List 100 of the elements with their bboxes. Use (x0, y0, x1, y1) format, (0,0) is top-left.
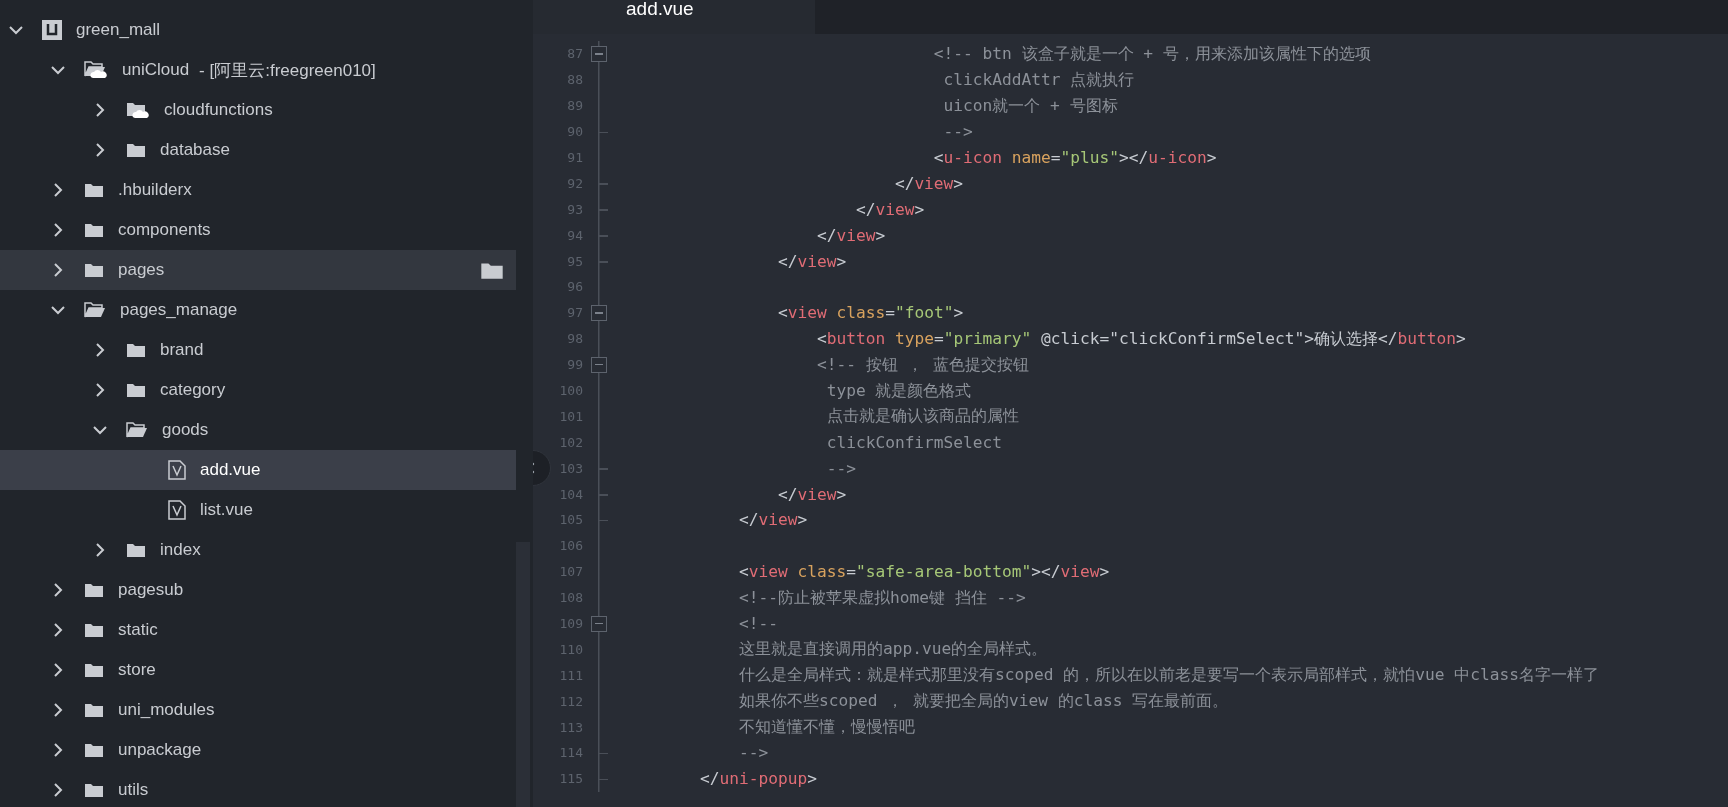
tree-item[interactable]: uni_modules (0, 690, 516, 730)
tree-item[interactable]: brand (0, 330, 516, 370)
folder-icon (84, 622, 104, 638)
tree-item[interactable]: store (0, 650, 516, 690)
code-line: 不知道懂不懂，慢慢悟吧 (737, 716, 915, 739)
code-line: </view> (854, 199, 925, 219)
code-line: </view> (815, 225, 886, 245)
tree-item[interactable]: .hbuilderx (0, 170, 516, 210)
cloud-folder-icon (84, 61, 108, 79)
code-line: clickAddAttr 点就执行 (942, 68, 1135, 91)
line-number: 93 (566, 201, 583, 217)
code-line: <!-- btn 该盒子就是一个 + 号，用来添加该属性下的选项 (932, 42, 1371, 65)
line-number: 90 (566, 124, 583, 140)
folder-icon (84, 782, 104, 798)
folder-icon (126, 542, 146, 558)
code-line: --> (942, 122, 973, 142)
fold-icon[interactable] (590, 304, 607, 321)
folder-icon (84, 262, 104, 278)
folder-icon (126, 342, 146, 358)
folder-icon (84, 702, 104, 718)
folder-icon (84, 182, 104, 198)
folder-icon (126, 142, 146, 158)
line-number: 113 (558, 719, 583, 735)
code-line: uicon就一个 + 号图标 (942, 94, 1118, 117)
line-number: 102 (558, 434, 583, 450)
folder-icon (84, 582, 104, 598)
code-line: <u-icon name="plus"></u-icon> (932, 148, 1217, 167)
fold-icon[interactable] (590, 615, 607, 632)
tree-item[interactable]: category (0, 370, 516, 410)
tree-item[interactable]: green_mall (0, 10, 516, 50)
code-line: <view class="foot"> (776, 303, 964, 323)
tree-item[interactable]: goods (0, 410, 516, 450)
line-number: 91 (566, 150, 583, 165)
fold-icon[interactable] (590, 356, 607, 373)
line-number: 88 (566, 72, 583, 88)
code-line: 如果你不些scoped ， 就要把全局的view 的class 写在最前面。 (737, 690, 1229, 713)
tree-item[interactable]: pagesub (0, 570, 516, 610)
code-line: <!-- (737, 614, 778, 634)
tree-item[interactable]: add.vue (0, 450, 516, 490)
vue-file-icon (168, 500, 186, 520)
code-line: </view> (776, 484, 847, 504)
code-line: <view class="safe-area-bottom"></view> (737, 562, 1110, 582)
project-icon (42, 20, 62, 40)
folder-icon (84, 662, 104, 678)
code-line: --> (737, 743, 769, 763)
line-number: 107 (558, 564, 583, 580)
tree-item[interactable]: unpackage (0, 730, 516, 770)
code-line: <button type="primary" @click="clickConfirmSelect">确认选择</button> (815, 327, 1466, 350)
line-number: 87 (566, 46, 583, 62)
tree-item[interactable]: index (0, 530, 516, 570)
code-line: 点击就是确认该商品的属性 (825, 405, 1019, 428)
tree-item[interactable]: cloudfunctions (0, 90, 516, 130)
tree-item[interactable]: pages (0, 250, 516, 290)
folder-icon (84, 742, 104, 758)
tree-item[interactable]: utils (0, 770, 516, 807)
line-number: 114 (558, 745, 583, 761)
code-line: </uni-popup> (698, 769, 817, 789)
code-line: </view> (776, 251, 847, 271)
line-number: 110 (558, 641, 583, 657)
open-folder-icon (84, 302, 106, 318)
folder-icon[interactable] (480, 260, 504, 280)
line-number: 108 (558, 590, 583, 606)
code-line: </view> (737, 510, 808, 530)
line-number: 100 (558, 383, 583, 398)
open-folder-icon (126, 422, 148, 438)
cloud-folder-icon (126, 101, 150, 119)
line-number: 96 (566, 279, 583, 295)
line-number: 92 (566, 175, 583, 191)
line-number: 97 (566, 305, 583, 321)
tree-item[interactable]: pages_manage (0, 290, 516, 330)
tree-item[interactable]: list.vue (0, 490, 516, 530)
line-number: 109 (558, 616, 583, 632)
code-line: <!-- 按钮 ， 蓝色提交按钮 (815, 353, 1030, 376)
code-line: </view> (893, 173, 964, 193)
line-number: 89 (566, 98, 583, 114)
folder-icon (84, 222, 104, 238)
line-number: 94 (566, 227, 583, 243)
line-number: 103 (558, 460, 583, 476)
tree-item[interactable]: components (0, 210, 516, 250)
line-number: 104 (558, 486, 583, 502)
line-number: 106 (558, 538, 583, 554)
code-line: 什么是全局样式：就是样式那里没有scoped 的，所以在以前老是要写一个表示局部样式，就怕vue 中class名字一样了 (737, 664, 1599, 687)
line-number: 95 (566, 253, 583, 269)
code-line: 这里就是直接调用的app.vue的全局样式。 (737, 638, 1048, 661)
folder-icon (126, 382, 146, 398)
line-number: 105 (558, 512, 583, 528)
line-number: 112 (558, 693, 583, 709)
code-line: type 就是颜色格式 (825, 379, 972, 402)
vue-file-icon (168, 460, 186, 480)
fold-icon[interactable] (590, 45, 607, 62)
editor-tab[interactable]: add.vue (533, 0, 815, 34)
code-line: clickConfirmSelect (825, 432, 1003, 452)
line-number: 99 (566, 357, 583, 373)
tree-item[interactable]: database (0, 130, 516, 170)
tree-item[interactable]: uniCloud - [阿里云:freegreen010] (0, 50, 516, 90)
line-number: 111 (558, 667, 583, 683)
code-line: <!--防止被苹果虚拟home键 挡住 --> (737, 586, 1026, 609)
line-number: 101 (558, 408, 583, 424)
tree-item[interactable]: static (0, 610, 516, 650)
line-number: 98 (566, 331, 583, 347)
